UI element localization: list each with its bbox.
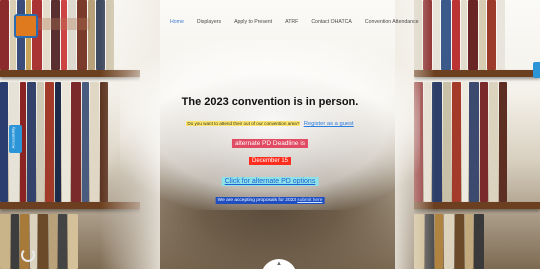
alternate-pd-link[interactable]: Click for alternate PD options xyxy=(221,177,319,186)
logo-wordmark[interactable] xyxy=(38,18,90,30)
proposals-text: We are accepting proposals for 2023 xyxy=(217,198,296,203)
nav-home[interactable]: Home xyxy=(170,19,184,25)
right-side-tab[interactable] xyxy=(533,62,540,78)
register-guest-link[interactable]: Register as a guest xyxy=(304,121,354,127)
attend-question: Do you want to attend their out of our c… xyxy=(150,121,390,127)
submit-proposal-link[interactable]: submit here xyxy=(297,198,322,203)
nav-displayers[interactable]: Displayers xyxy=(197,19,221,25)
organization-logo[interactable] xyxy=(14,14,38,38)
accessibility-tab-label: Accessibility xyxy=(10,126,16,149)
nav-contact[interactable]: Contact OHATCA xyxy=(311,19,352,25)
question-text: Do you want to attend their out of our c… xyxy=(186,121,301,126)
proposals-banner: We are accepting proposals for 2023 subm… xyxy=(215,197,325,204)
nav-apply-to-present[interactable]: Apply to Present xyxy=(234,19,272,25)
nav-atrf[interactable]: ATRF xyxy=(285,19,298,25)
main-navigation: Home Displayers Apply to Present ATRF Co… xyxy=(170,19,432,25)
nav-convention-attendance[interactable]: Convention Attendance xyxy=(365,19,419,25)
chevron-up-icon: ▲ xyxy=(276,261,282,267)
scroll-to-top-button[interactable]: ▲ xyxy=(261,259,297,269)
pd-deadline-label: alternate PD Deadline is xyxy=(231,139,309,148)
accessibility-tab[interactable]: Accessibility xyxy=(9,125,22,153)
pd-deadline-date: December 15 xyxy=(248,157,292,165)
page-headline: The 2023 convention is in person. xyxy=(181,96,359,108)
page: Home Displayers Apply to Present ATRF Co… xyxy=(0,0,540,269)
loading-spinner-icon xyxy=(21,248,35,262)
